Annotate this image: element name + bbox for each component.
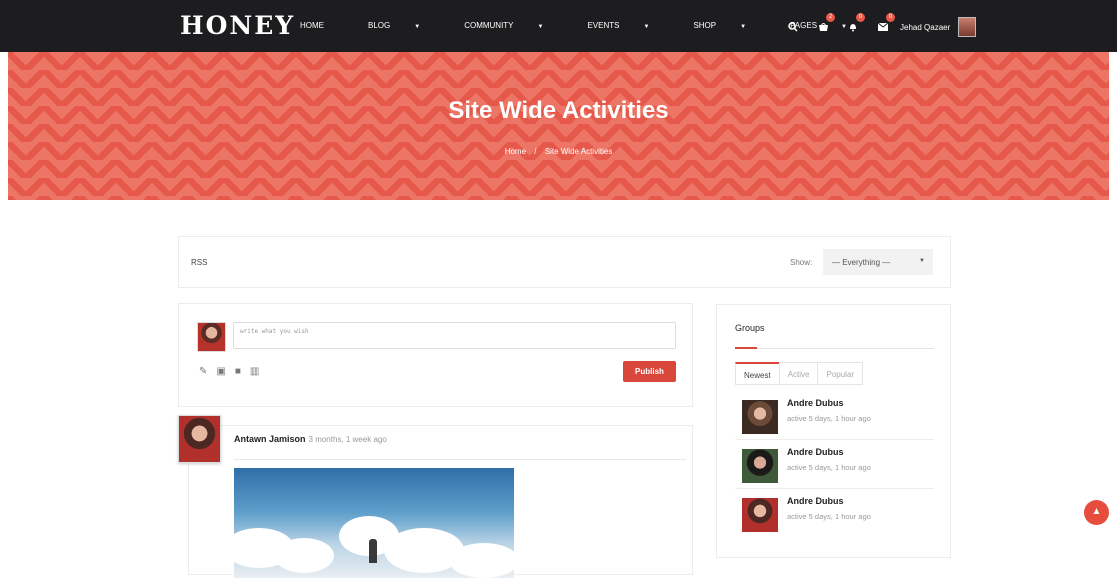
mail-icon[interactable]: 0: [876, 13, 895, 34]
group-avatar: [742, 400, 778, 434]
title-accent: [735, 347, 757, 349]
group-name[interactable]: Andre Dubus: [787, 398, 844, 408]
menu-item-shop[interactable]: SHOP ▼: [693, 21, 768, 30]
group-avatar: [742, 498, 778, 532]
title-divider: [735, 348, 934, 349]
user-avatar[interactable]: [958, 17, 977, 37]
caret-down-icon: ▼: [643, 24, 650, 30]
tab-active[interactable]: Active: [778, 362, 819, 385]
post-header: Antawn Jamison 3 months, 1 week ago: [234, 434, 387, 444]
show-label: Show:: [790, 258, 813, 267]
groups-title: Groups: [735, 323, 765, 333]
breadcrumb: Home / Site Wide Activities: [8, 147, 1109, 156]
caret-down-icon: ▼: [414, 24, 421, 30]
caret-down-icon: ▼: [740, 24, 747, 30]
post-textarea[interactable]: write what you wish: [233, 322, 676, 349]
group-name[interactable]: Andre Dubus: [787, 496, 844, 506]
menu-label: SHOP: [693, 21, 717, 30]
cart-count-badge: 2: [826, 13, 835, 22]
search-icon[interactable]: [786, 20, 800, 34]
menu-label: COMMUNITY: [464, 21, 514, 30]
site-logo[interactable]: HONEY: [180, 11, 295, 40]
scroll-top-button[interactable]: ▲: [1084, 500, 1109, 525]
group-activity: active 5 days, 1 hour ago: [787, 463, 871, 472]
bell-icon[interactable]: 0: [846, 13, 865, 34]
post-image[interactable]: [234, 468, 514, 578]
menu-item-community[interactable]: COMMUNITY ▼: [464, 21, 565, 30]
group-activity: active 5 days, 1 hour ago: [787, 512, 871, 521]
groups-tabs: Newest Active Popular: [735, 362, 864, 385]
activity-filter-bar: RSS Show: — Everything — ▼: [178, 236, 951, 288]
post-author-avatar[interactable]: [178, 415, 221, 463]
breadcrumb-home-link[interactable]: Home: [505, 147, 526, 156]
group-item[interactable]: Andre Dubus active 5 days, 1 hour ago: [735, 489, 934, 538]
menu-item-events[interactable]: EVENTS ▼: [587, 21, 671, 30]
user-name[interactable]: Jehad Qazaer: [900, 23, 950, 32]
activity-filter-select[interactable]: — Everything — ▼: [823, 249, 933, 275]
groups-list: Andre Dubus active 5 days, 1 hour ago An…: [735, 391, 934, 538]
composer-avatar: [197, 322, 226, 352]
select-value: — Everything —: [832, 258, 891, 267]
caret-down-icon: ▼: [919, 258, 925, 264]
message-count-badge: 0: [886, 13, 895, 22]
top-navbar: HONEY HOME BLOG ▼ COMMUNITY ▼ EVENTS ▼ SHOP…: [0, 0, 1117, 52]
caret-down-icon: ▼: [537, 24, 544, 30]
image-icon[interactable]: ▣: [216, 366, 225, 377]
group-activity: active 5 days, 1 hour ago: [787, 414, 871, 423]
group-name[interactable]: Andre Dubus: [787, 447, 844, 457]
post-composer: write what you wish ✎ ▣ ■ ▥ Publish: [178, 303, 693, 407]
composer-tools: ✎ ▣ ■ ▥: [199, 366, 268, 377]
post-divider: [234, 459, 686, 460]
group-item[interactable]: Andre Dubus active 5 days, 1 hour ago: [735, 440, 934, 489]
person-silhouette: [369, 539, 377, 563]
tab-popular[interactable]: Popular: [817, 362, 864, 385]
breadcrumb-current: Site Wide Activities: [544, 147, 613, 156]
notification-count-badge: 0: [856, 13, 865, 22]
cart-icon[interactable]: 2: [816, 13, 835, 34]
publish-button[interactable]: Publish: [623, 361, 676, 382]
rss-link[interactable]: RSS: [191, 258, 207, 267]
edit-icon[interactable]: ✎: [199, 366, 207, 377]
page-title: Site Wide Activities: [448, 97, 669, 124]
page-banner: Site Wide Activities Home / Site Wide Ac…: [8, 52, 1109, 200]
breadcrumb-separator: /: [534, 147, 537, 156]
nav-actions: 2 0 0 Jehad Qazaer: [786, 13, 977, 39]
menu-item-home[interactable]: HOME: [300, 21, 346, 30]
video-icon[interactable]: ■: [235, 366, 241, 377]
menu-item-blog[interactable]: BLOG ▼: [368, 21, 442, 30]
menu-label: EVENTS: [587, 21, 620, 30]
post-timestamp: 3 months, 1 week ago: [308, 435, 387, 444]
menu-label: BLOG: [368, 21, 391, 30]
menu-label: HOME: [300, 21, 324, 30]
tab-newest[interactable]: Newest: [735, 362, 780, 385]
group-item[interactable]: Andre Dubus active 5 days, 1 hour ago: [735, 391, 934, 440]
cloud-shape: [449, 543, 514, 578]
post-author-name[interactable]: Antawn Jamison: [234, 434, 306, 444]
groups-widget: Groups Newest Active Popular Andre Dubus…: [716, 304, 951, 558]
arrow-up-icon: ▲: [1091, 506, 1102, 517]
map-icon[interactable]: ▥: [250, 366, 259, 377]
group-avatar: [742, 449, 778, 483]
